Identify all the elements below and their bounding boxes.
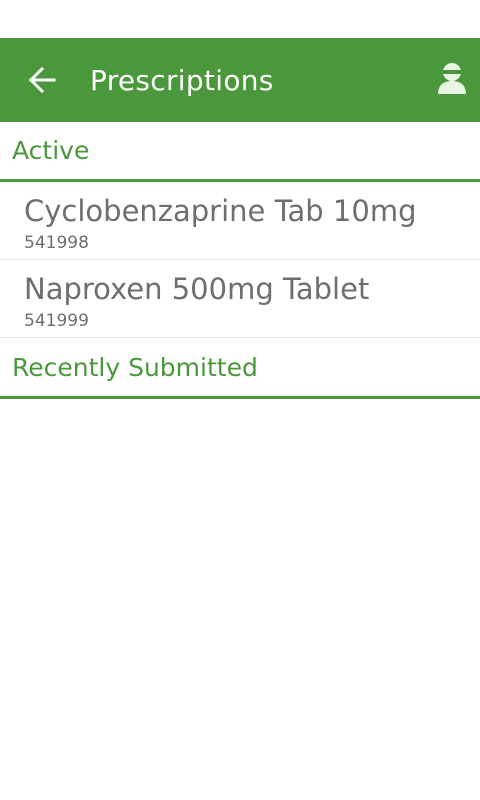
status-bar <box>0 0 480 38</box>
back-arrow-icon <box>28 67 56 93</box>
section-header-active: Active <box>0 122 480 182</box>
section-label-recent: Recently Submitted <box>12 352 258 382</box>
prescription-name: Naproxen 500mg Tablet <box>24 272 370 306</box>
page-title: Prescriptions <box>90 63 274 97</box>
prescription-item[interactable]: Cyclobenzaprine Tab 10mg 541998 <box>0 182 480 260</box>
profile-button[interactable] <box>432 60 472 100</box>
prescription-number: 541999 <box>24 311 89 331</box>
prescription-item[interactable]: Naproxen 500mg Tablet 541999 <box>0 260 480 338</box>
section-header-recent: Recently Submitted <box>0 338 480 399</box>
user-profile-icon <box>437 62 467 98</box>
back-button[interactable] <box>12 38 72 122</box>
prescription-name: Cyclobenzaprine Tab 10mg <box>24 194 417 228</box>
app-bar: Prescriptions <box>0 38 480 122</box>
section-label-active: Active <box>12 136 90 165</box>
prescription-number: 541998 <box>24 233 89 253</box>
